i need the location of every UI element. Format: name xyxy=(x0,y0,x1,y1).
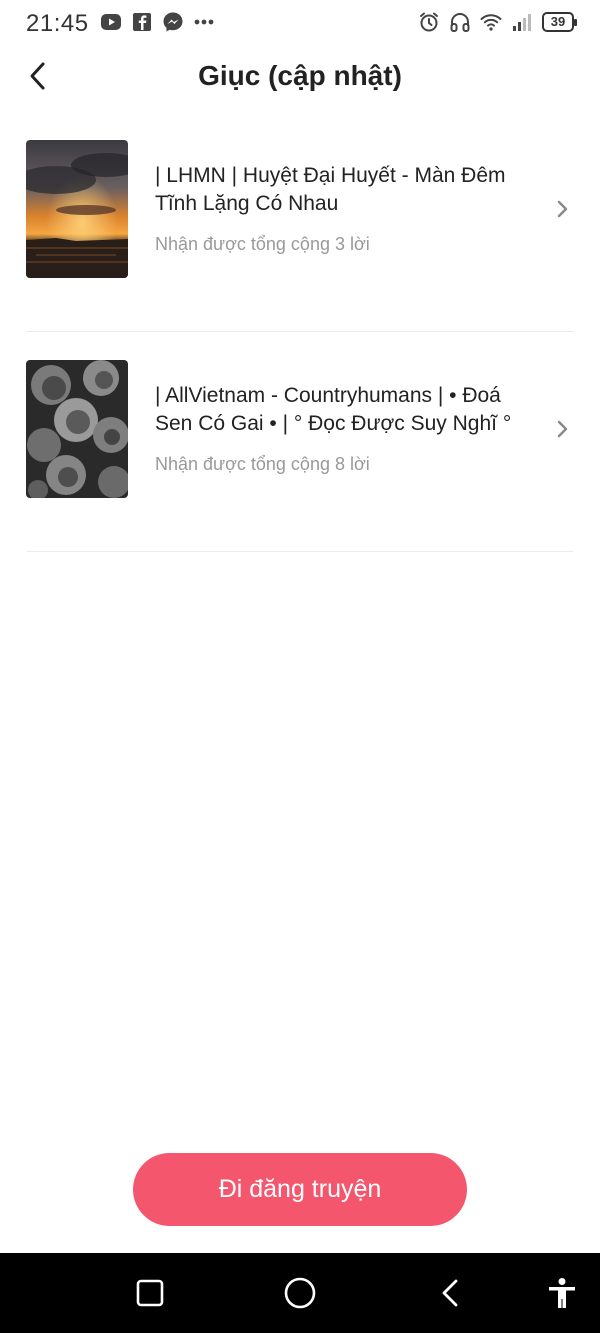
sunset-cover xyxy=(26,140,128,278)
more-dots-icon xyxy=(194,19,214,25)
app-header: Giục (cập nhật) xyxy=(0,50,600,110)
chevron-right-icon xyxy=(557,200,568,218)
home-circle-icon xyxy=(284,1277,316,1309)
back-triangle-icon xyxy=(442,1279,458,1307)
facebook-icon xyxy=(133,13,151,31)
story-request-count: Nhận được tổng cộng 3 lời xyxy=(155,234,370,254)
story-cover-image xyxy=(26,140,128,278)
battery-indicator: 39 xyxy=(542,12,577,32)
status-time: 21:45 xyxy=(26,10,89,37)
lotus-bw-cover xyxy=(26,360,128,498)
alarm-icon xyxy=(420,12,438,32)
story-request-count: Nhận được tổng cộng 8 lời xyxy=(155,454,370,474)
chevron-right-icon xyxy=(557,420,568,438)
page-title: Giục (cập nhật) xyxy=(198,60,402,91)
list-item[interactable]: | AllVietnam - Countryhumans | • Đoá Sen… xyxy=(26,360,574,552)
system-nav-bar xyxy=(0,1253,600,1333)
status-system-icons: 39 xyxy=(418,11,577,33)
story-cover-image xyxy=(26,360,128,498)
status-bar: 21:45 39 xyxy=(0,0,600,50)
accessibility-button[interactable] xyxy=(544,1275,580,1311)
story-title: | LHMN | Huyệt Đại Huyết - Màn Đêm Tĩnh … xyxy=(155,164,506,215)
home-button[interactable] xyxy=(282,1275,318,1311)
recents-button[interactable] xyxy=(132,1275,168,1311)
messenger-icon xyxy=(163,12,183,32)
accessibility-icon xyxy=(549,1278,575,1308)
video-app-icon xyxy=(101,14,121,30)
post-story-button[interactable]: Đi đăng truyện xyxy=(133,1153,467,1226)
status-notification-icons xyxy=(100,11,215,33)
recents-square-icon xyxy=(136,1279,164,1307)
signal-icon xyxy=(513,14,531,31)
headphones-icon xyxy=(450,12,470,32)
story-list: | LHMN | Huyệt Đại Huyết - Màn Đêm Tĩnh … xyxy=(26,140,574,552)
system-back-button[interactable] xyxy=(432,1275,468,1311)
story-title: | AllVietnam - Countryhumans | • Đoá Sen… xyxy=(155,384,512,435)
wifi-icon xyxy=(480,14,502,31)
list-item[interactable]: | LHMN | Huyệt Đại Huyết - Màn Đêm Tĩnh … xyxy=(26,140,574,332)
